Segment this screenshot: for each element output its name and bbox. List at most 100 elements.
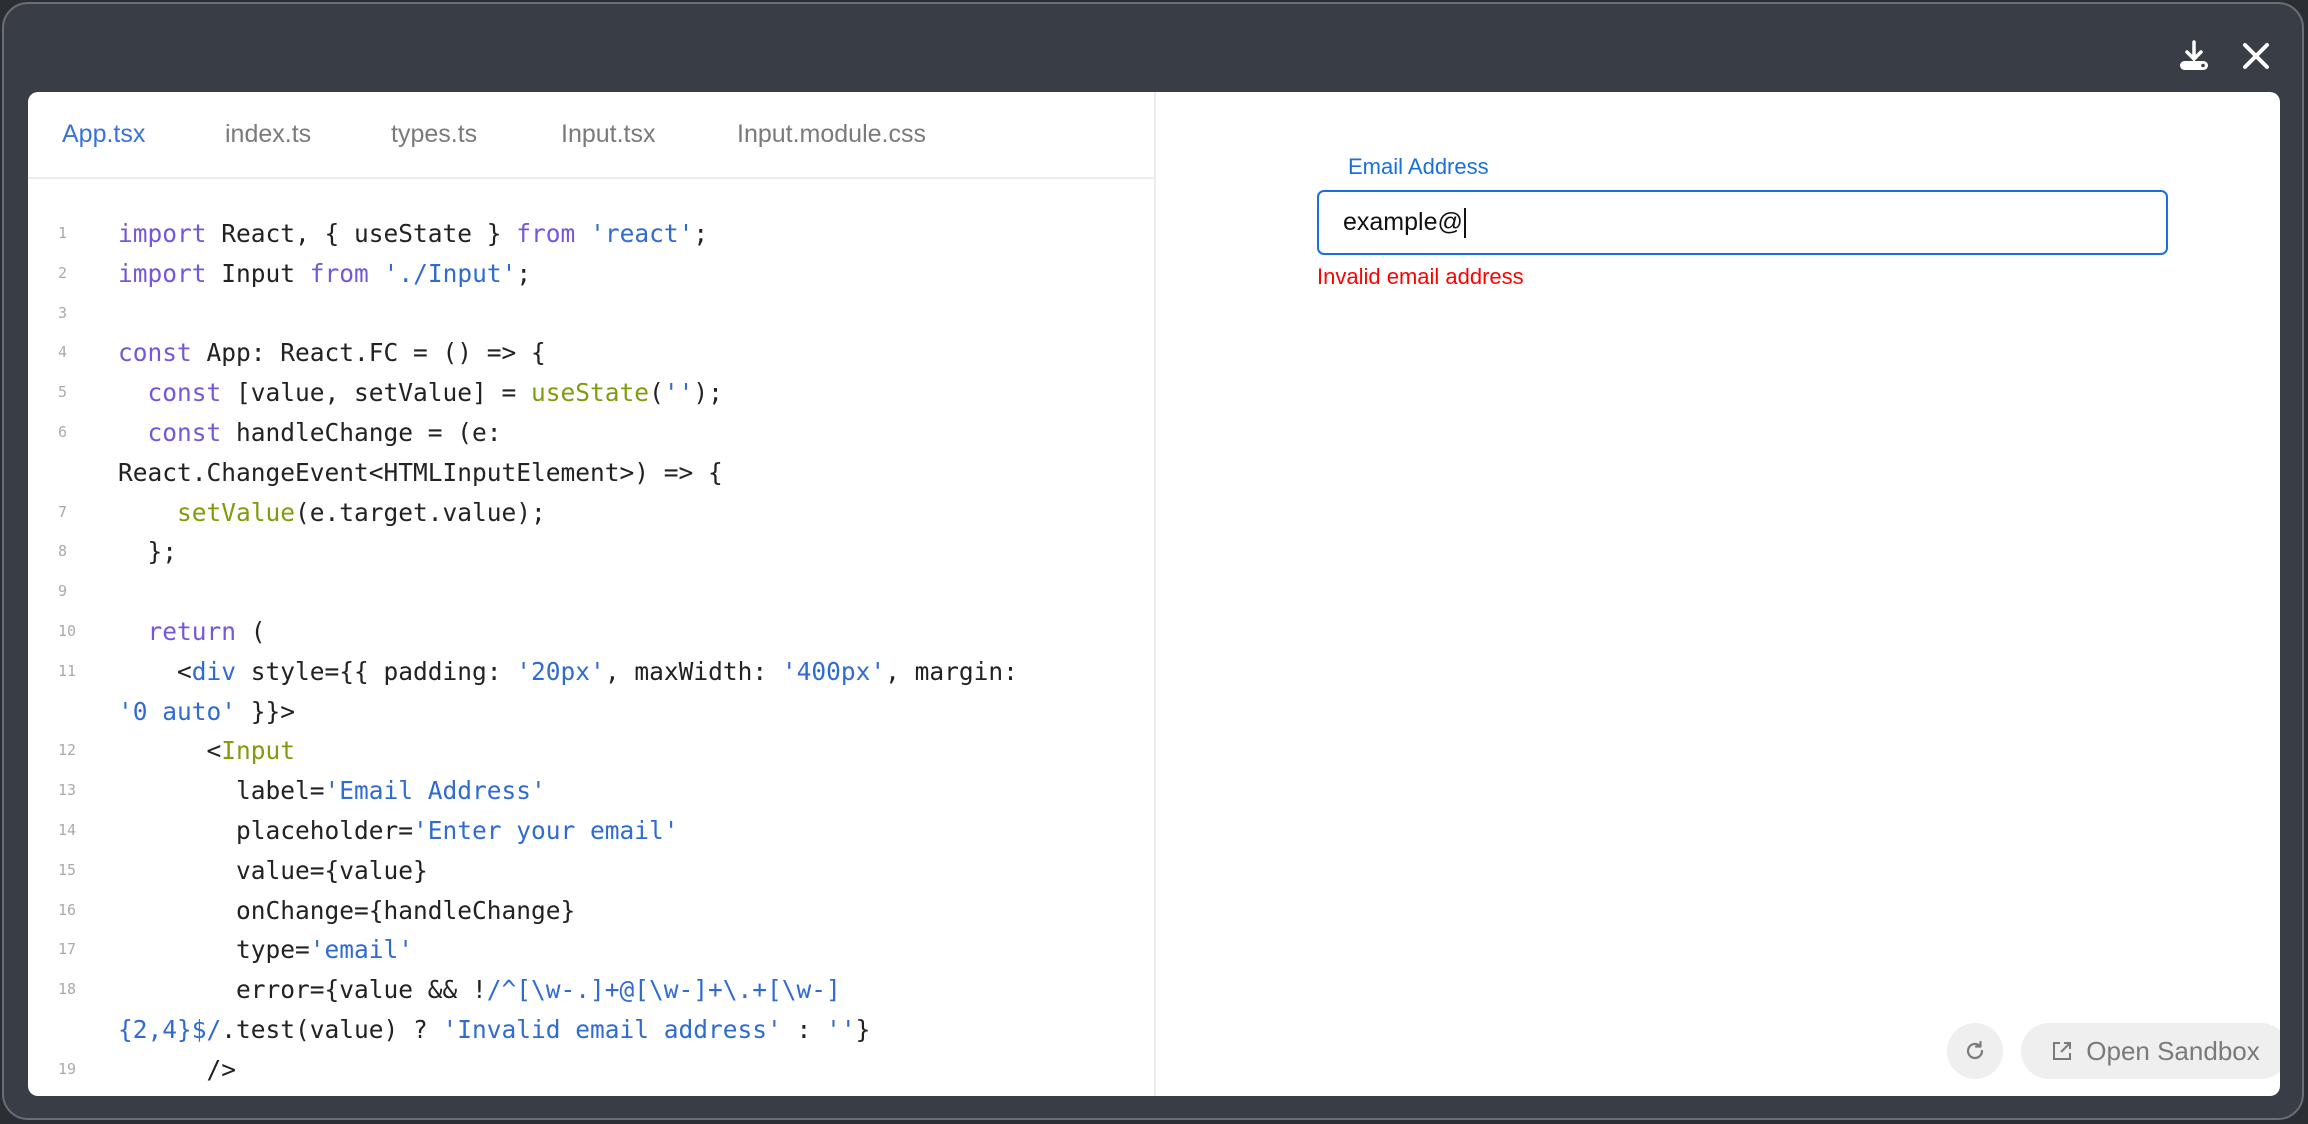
plain-token: };	[118, 537, 177, 566]
line-text: React.ChangeEvent<HTMLInputElement>) => …	[118, 453, 723, 493]
line-text: const App: React.FC = () => {	[118, 333, 546, 373]
line-text: <div style={{ padding: '20px', maxWidth:…	[118, 652, 1018, 692]
refresh-button[interactable]	[1947, 1023, 2003, 1079]
code-line: {2,4}$/.test(value) ? 'Invalid email add…	[28, 1010, 1154, 1050]
plain-token: }}>	[236, 697, 295, 726]
code-line: 17 type='email'	[28, 930, 1154, 970]
plain-token: style={{ padding:	[236, 657, 516, 686]
string-token: '400px'	[782, 657, 885, 686]
code-line: 10 return (	[28, 612, 1154, 652]
string-token: div	[192, 657, 236, 686]
code-content[interactable]: 1import React, { useState } from 'react'…	[28, 214, 1154, 1090]
plain-token: ;	[693, 219, 708, 248]
tab-index-ts[interactable]: index.ts	[225, 120, 311, 149]
keyword-token: return	[148, 617, 237, 646]
line-text: const handleChange = (e:	[118, 413, 502, 453]
plain-token: placeholder=	[118, 816, 413, 845]
plain-token: :	[782, 1015, 826, 1044]
plain-token: React.ChangeEvent<HTMLInputElement>) => …	[118, 458, 723, 487]
email-input[interactable]: example@	[1317, 190, 2168, 255]
line-number: 16	[58, 891, 88, 931]
plain-token: ;	[516, 259, 531, 288]
line-text: const [value, setValue] = useState('');	[118, 373, 723, 413]
tab-input-module-css[interactable]: Input.module.css	[737, 120, 926, 149]
plain-token: handleChange = (e:	[221, 418, 501, 447]
line-text: onChange={handleChange}	[118, 891, 575, 931]
open-sandbox-label: Open Sandbox	[2086, 1036, 2259, 1067]
tab-input-tsx[interactable]: Input.tsx	[561, 120, 656, 149]
code-line: 19 />	[28, 1050, 1154, 1090]
string-token: {2,4}$/	[118, 1015, 221, 1044]
refresh-icon	[1963, 1039, 1987, 1063]
plain-token: [value, setValue] =	[221, 378, 531, 407]
line-text: return (	[118, 612, 266, 652]
line-text: type='email'	[118, 930, 413, 970]
line-number: 11	[58, 652, 88, 692]
plain-token	[118, 418, 148, 447]
keyword-token: import	[118, 259, 207, 288]
text-caret	[1464, 208, 1466, 238]
plain-token: />	[118, 1055, 236, 1084]
function-token: Input	[221, 736, 295, 765]
plain-token	[575, 219, 590, 248]
line-number: 18	[58, 970, 88, 1010]
error-message: Invalid email address	[1317, 264, 1524, 290]
keyword-token: const	[148, 418, 222, 447]
plain-token: App: React.FC = () => {	[192, 338, 546, 367]
download-icon	[2176, 38, 2212, 74]
plain-token: (	[236, 617, 266, 646]
string-token: 'Email Address'	[325, 776, 546, 805]
line-text: placeholder='Enter your email'	[118, 811, 679, 851]
file-tabs: App.tsx index.ts types.ts Input.tsx Inpu…	[28, 92, 1154, 179]
plain-token: (	[649, 378, 664, 407]
string-token: 'Invalid email address'	[443, 1015, 782, 1044]
line-number: 5	[58, 373, 88, 413]
string-token: ''	[664, 378, 694, 407]
code-line: 12 <Input	[28, 731, 1154, 771]
line-text: setValue(e.target.value);	[118, 493, 546, 533]
line-number: 12	[58, 731, 88, 771]
code-line: 6 const handleChange = (e:	[28, 413, 1154, 453]
function-token: useState	[531, 378, 649, 407]
plain-token: label=	[118, 776, 325, 805]
plain-token	[118, 378, 148, 407]
plain-token	[118, 617, 148, 646]
line-number: 17	[58, 930, 88, 970]
plain-token: <	[118, 736, 221, 765]
line-number: 3	[58, 294, 88, 334]
line-text: };	[118, 532, 177, 572]
plain-token: error={value && !	[118, 975, 487, 1004]
download-button[interactable]	[2176, 38, 2212, 74]
line-text: error={value && !/^[\w-.]+@[\w-]+\.+[\w-…	[118, 970, 841, 1010]
string-token: 'react'	[590, 219, 693, 248]
close-button[interactable]	[2238, 38, 2274, 74]
open-sandbox-button[interactable]: Open Sandbox	[2021, 1023, 2280, 1079]
code-line: 4const App: React.FC = () => {	[28, 333, 1154, 373]
string-token: ''	[826, 1015, 856, 1044]
plain-token: }	[856, 1015, 871, 1044]
email-input-value: example@	[1343, 208, 1463, 236]
tab-types-ts[interactable]: types.ts	[391, 120, 477, 149]
string-token: /^[\w-.]+@[\w-]+\.+[\w-]	[487, 975, 841, 1004]
keyword-token: from	[310, 259, 369, 288]
line-number: 6	[58, 413, 88, 453]
line-text: import Input from './Input';	[118, 254, 531, 294]
tab-app-tsx[interactable]: App.tsx	[62, 120, 145, 149]
plain-token: , maxWidth:	[605, 657, 782, 686]
plain-token: Input	[207, 259, 310, 288]
plain-token: React, { useState }	[207, 219, 517, 248]
code-line: 15 value={value}	[28, 851, 1154, 891]
line-number: 19	[58, 1050, 88, 1090]
preview-pane: Email Address example@ Invalid email add…	[1156, 92, 2280, 1096]
plain-token: onChange={handleChange}	[118, 896, 575, 925]
string-token: 'Enter your email'	[413, 816, 679, 845]
plain-token: type=	[118, 935, 310, 964]
line-number: 10	[58, 612, 88, 652]
keyword-token: const	[148, 378, 222, 407]
plain-token: <	[118, 657, 192, 686]
code-line: 13 label='Email Address'	[28, 771, 1154, 811]
code-line: React.ChangeEvent<HTMLInputElement>) => …	[28, 453, 1154, 493]
code-line: 2import Input from './Input';	[28, 254, 1154, 294]
code-line: 9	[28, 572, 1154, 612]
line-text: <Input	[118, 731, 295, 771]
